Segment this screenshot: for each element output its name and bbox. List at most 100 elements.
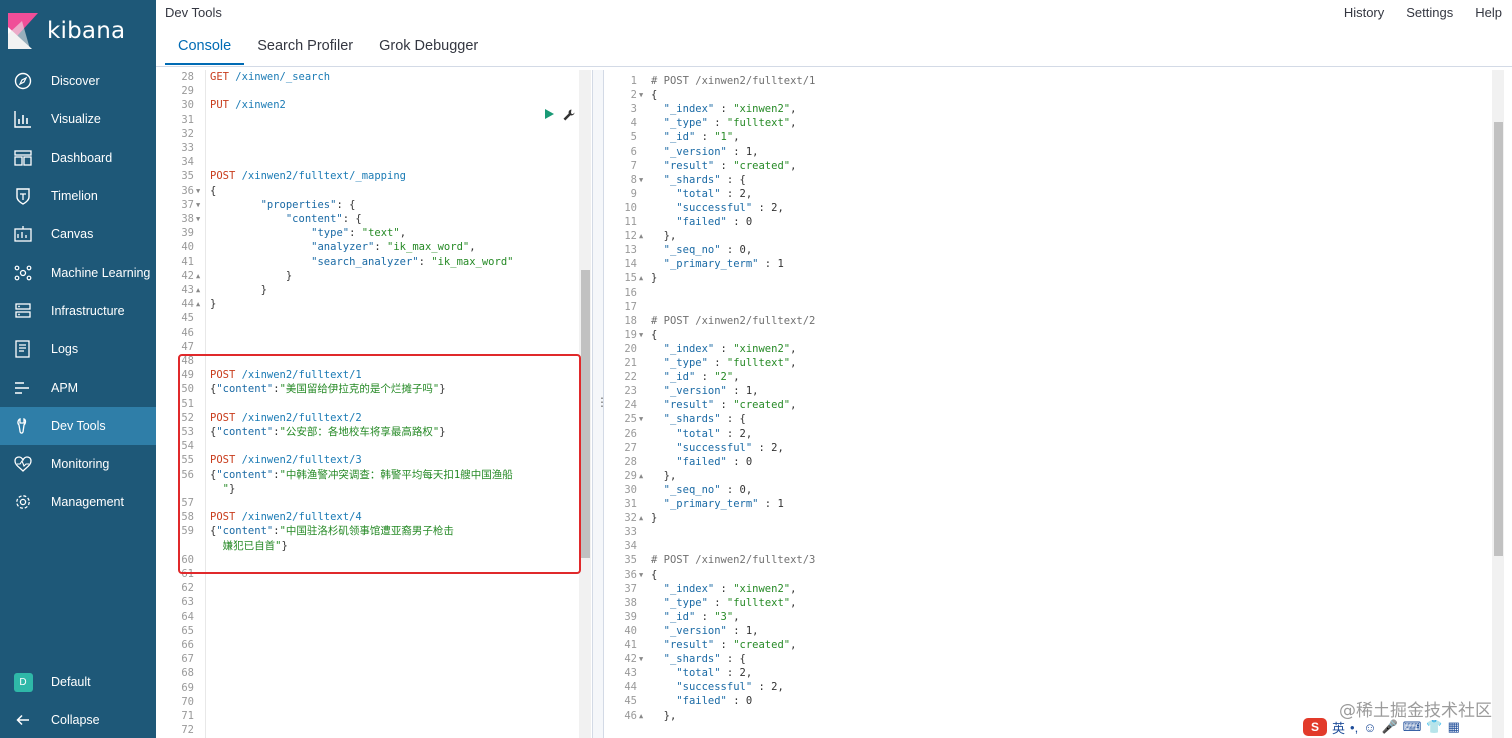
fold-up-icon[interactable]: ▲ [639,229,643,243]
ime-logo[interactable]: S [1303,718,1327,736]
sidebar-item-infrastructure[interactable]: Infrastructure [0,292,156,330]
request-editor[interactable]: 28 GET /xinwen/_search 29 30 PUT /xinwen2 31 3… [170,70,591,738]
fold-up-icon[interactable]: ▲ [639,709,643,723]
fold-up-icon[interactable]: ▲ [639,469,643,483]
fold-down-icon[interactable]: ▼ [639,173,643,187]
fold-down-icon[interactable]: ▼ [196,198,200,212]
code-token: "content" [216,525,274,538]
code-token: } [210,269,293,282]
fold-down-icon[interactable]: ▼ [639,328,643,342]
sidebar-item-timelion[interactable]: Timelion [0,177,156,215]
space-selector[interactable]: D Default [0,663,156,701]
response-editor-scrollbar[interactable] [1492,70,1504,738]
code-text: POST /xinwen2/fulltext/3 [210,453,362,467]
response-editor[interactable]: 1 # POST /xinwen2/fulltext/1 2 ▼{3 "_index"… [605,70,1512,738]
line-number: 37 [624,582,637,595]
line-number: 19 [624,328,637,341]
collapse-button[interactable]: Collapse [0,701,156,738]
fold-up-icon[interactable]: ▲ [639,511,643,525]
fold-down-icon[interactable]: ▼ [196,184,200,198]
code-text: { [651,568,657,582]
code-text: PUT /xinwen2 [210,98,286,112]
line-number: 66 [181,639,194,651]
microphone-icon[interactable]: 🎤 [1381,719,1397,735]
fold-down-icon[interactable]: ▼ [639,412,643,426]
scrollbar-thumb[interactable] [1494,122,1503,556]
sidebar-item-monitoring[interactable]: Monitoring [0,445,156,483]
wrench-icon[interactable] [562,108,576,122]
fold-up-icon[interactable]: ▲ [196,297,200,311]
line-number: 3 [630,103,637,116]
line-number: 39 [624,610,637,623]
tab-console[interactable]: Console [165,30,245,65]
fold-up-icon[interactable]: ▲ [196,269,200,283]
request-editor-scrollbar[interactable] [579,70,591,738]
infrastructure-icon [13,301,33,321]
tab-search-profiler[interactable]: Search Profiler [244,30,366,65]
clothing-icon[interactable]: 👕 [1426,719,1442,735]
code-token: /xinwen2/fulltext/2 [241,411,362,424]
history-link[interactable]: History [1344,5,1384,20]
settings-link[interactable]: Settings [1406,5,1453,20]
fold-down-icon[interactable]: ▼ [196,212,200,226]
code-token: { [210,184,217,197]
line-number: 49 [181,369,194,382]
wrench-icon [13,416,33,436]
sidebar-item-apm[interactable]: APM [0,368,156,406]
code-text: } [210,297,216,311]
tab-grok-debugger[interactable]: Grok Debugger [366,30,491,65]
ime-language[interactable]: 英 [1332,718,1345,737]
code-token: : 1, [726,385,759,398]
line-number: 69 [181,681,194,694]
line-number: 6 [630,145,637,158]
sidebar-item-dashboard[interactable]: Dashboard [0,139,156,177]
code-text: "_shards" : { [651,412,746,426]
play-icon[interactable] [543,108,555,120]
sidebar-item-logs[interactable]: Logs [0,330,156,368]
emoji-icon[interactable]: ☺ [1363,720,1376,735]
kibana-logo[interactable]: kibana [8,12,125,50]
code-token: # POST /xinwen2/fulltext/3 [651,554,816,567]
code-token: "fulltext" [726,117,791,130]
line-number: 31 [624,498,637,510]
sidebar-item-dev-tools[interactable]: Dev Tools [0,406,156,445]
code-token: } [651,512,658,525]
code-token: POST [210,454,242,467]
code-token: : [714,639,734,651]
sidebar-item-machine-learning[interactable]: Machine Learning [0,253,156,291]
fold-down-icon[interactable]: ▼ [639,88,643,102]
fold-down-icon[interactable]: ▼ [639,652,643,666]
code-token: "type" [311,227,350,240]
line-number: 68 [181,667,194,680]
code-token: : [374,241,388,254]
code-text: "failed" : 0 [651,215,752,229]
code-token: "3" [714,610,734,623]
help-link[interactable]: Help [1475,5,1502,20]
keyboard-icon[interactable]: ⌨ [1403,719,1422,735]
code-text: "failed" : 0 [651,455,752,469]
code-token: # POST /xinwen2/fulltext/2 [651,314,816,327]
sidebar-item-management[interactable]: Management [0,483,156,521]
line-number: 26 [624,427,637,440]
code-text: "failed" : 0 [651,694,752,708]
pane-resizer[interactable]: ⋮ [592,70,608,738]
fold-down-icon[interactable]: ▼ [639,568,643,582]
sidebar-item-visualize[interactable]: Visualize [0,100,156,138]
grid-icon[interactable]: ▦ [1448,719,1460,735]
fold-up-icon[interactable]: ▲ [639,271,643,285]
scrollbar-thumb[interactable] [581,270,590,558]
code-text: } [651,511,657,525]
sidebar-item-canvas[interactable]: Canvas [0,215,156,253]
code-text: # POST /xinwen2/fulltext/1 [651,74,815,88]
fold-up-icon[interactable]: ▲ [196,283,200,297]
sidebar-item-discover[interactable]: Discover [0,62,156,100]
code-text: "_primary_term" : 1 [651,257,784,271]
code-text: "_seq_no" : 0, [651,483,753,497]
code-token: : { [720,653,746,666]
punctuation-icon[interactable]: •, [1350,720,1358,735]
